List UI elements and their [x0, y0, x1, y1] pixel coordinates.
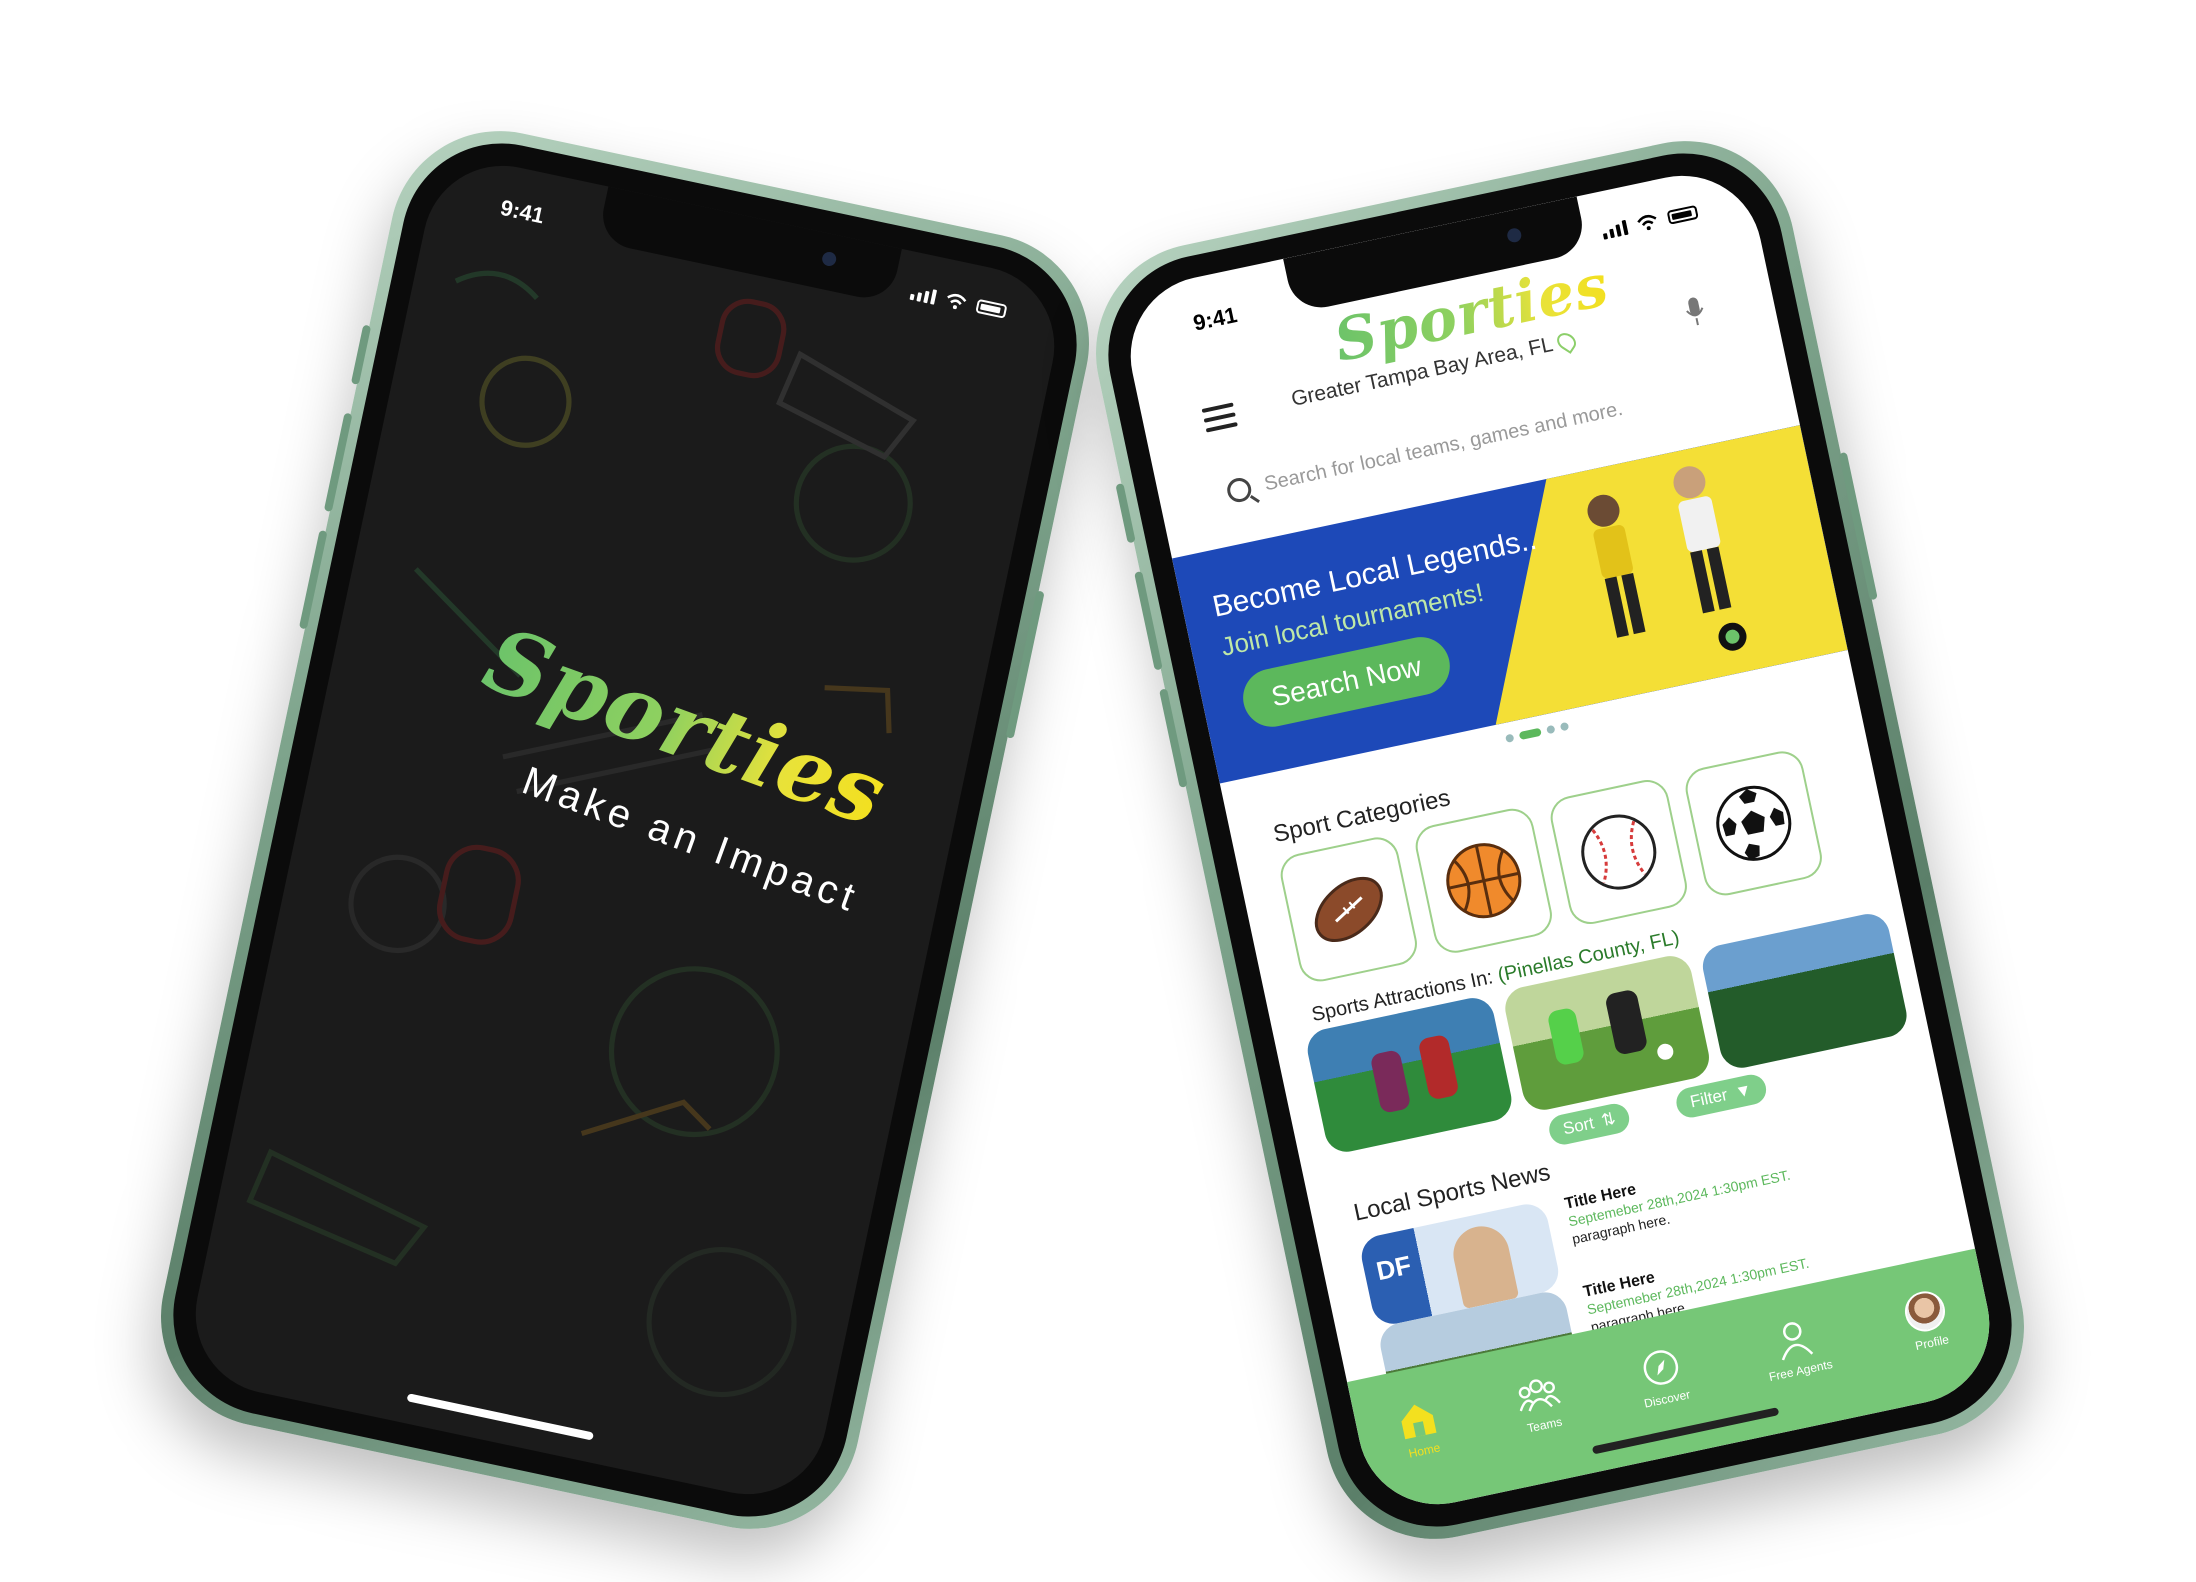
battery-icon: [975, 298, 1008, 319]
soccer-ball-icon: [1716, 785, 1792, 861]
filter-label: Filter: [1688, 1084, 1730, 1112]
status-time: 9:41: [498, 194, 547, 229]
bezel: 9:41 Sporties Make an Impact: [154, 124, 1096, 1536]
tab-teams[interactable]: Teams: [1513, 1369, 1567, 1436]
tab-discover[interactable]: Discover: [1633, 1342, 1691, 1411]
search-icon: [1224, 475, 1254, 505]
baseball-icon: [1581, 814, 1657, 890]
tab-profile[interactable]: Profile: [1901, 1286, 1955, 1353]
sort-label: Sort: [1561, 1113, 1596, 1139]
tab-label: Profile: [1914, 1332, 1951, 1354]
carousel-dot[interactable]: [1504, 733, 1515, 743]
carousel-dot-active[interactable]: [1518, 727, 1542, 741]
phone-splash: 9:41 Sporties Make an Impact: [140, 110, 1110, 1550]
avatar: [1901, 1287, 1950, 1336]
carousel-dots[interactable]: [1504, 721, 1570, 743]
football-icon: [1314, 876, 1383, 942]
sort-icon: ⇅: [1599, 1108, 1618, 1131]
carousel-dot[interactable]: [1559, 721, 1570, 732]
carousel-dot[interactable]: [1546, 724, 1556, 735]
basketball-icon: [1446, 843, 1522, 919]
mute-switch: [1115, 483, 1136, 544]
battery-icon: [1666, 204, 1699, 225]
status-time: 9:41: [1190, 302, 1240, 336]
wifi-icon: [947, 293, 967, 310]
signal-icon: [1601, 219, 1629, 240]
sort-button[interactable]: Sort ⇅: [1546, 1100, 1633, 1148]
phone-home: 9:41 Sporties Greater Tampa Bay Area, FL: [1075, 120, 2045, 1560]
mute-switch: [350, 324, 372, 385]
wifi-icon: [1637, 214, 1657, 231]
tab-label: Home: [1407, 1440, 1442, 1461]
tab-label: Teams: [1525, 1414, 1564, 1436]
category-soccer[interactable]: [1681, 747, 1826, 900]
signal-icon: [909, 284, 938, 305]
category-basketball[interactable]: [1411, 804, 1557, 957]
teams-icon: [1519, 1379, 1562, 1412]
attraction-card-stadium[interactable]: [1698, 910, 1911, 1072]
compass-icon: [1643, 1350, 1678, 1385]
bezel: 9:41 Sporties Greater Tampa Bay Area, FL: [1089, 134, 2031, 1546]
filter-icon: ▼: [1733, 1079, 1754, 1102]
hamburger-menu-icon[interactable]: [1201, 402, 1238, 433]
status-icons: [1601, 204, 1699, 240]
location-pin-icon: [1553, 329, 1580, 354]
category-football[interactable]: [1276, 833, 1422, 986]
category-baseball[interactable]: [1546, 775, 1691, 929]
microphone-icon[interactable]: [1683, 295, 1707, 328]
person-icon: [1782, 1322, 1814, 1361]
home-screen: 9:41 Sporties Greater Tampa Bay Area, FL: [1115, 160, 2005, 1520]
tab-home[interactable]: Home: [1393, 1394, 1447, 1461]
tab-free-agents[interactable]: Free Agents: [1758, 1312, 1834, 1384]
splash-screen: 9:41 Sporties Make an Impact: [180, 150, 1070, 1510]
mockup-stage: 9:41 Sporties Make an Impact 9:41 Sporti…: [0, 0, 2196, 1582]
home-icon: [1401, 1404, 1437, 1440]
